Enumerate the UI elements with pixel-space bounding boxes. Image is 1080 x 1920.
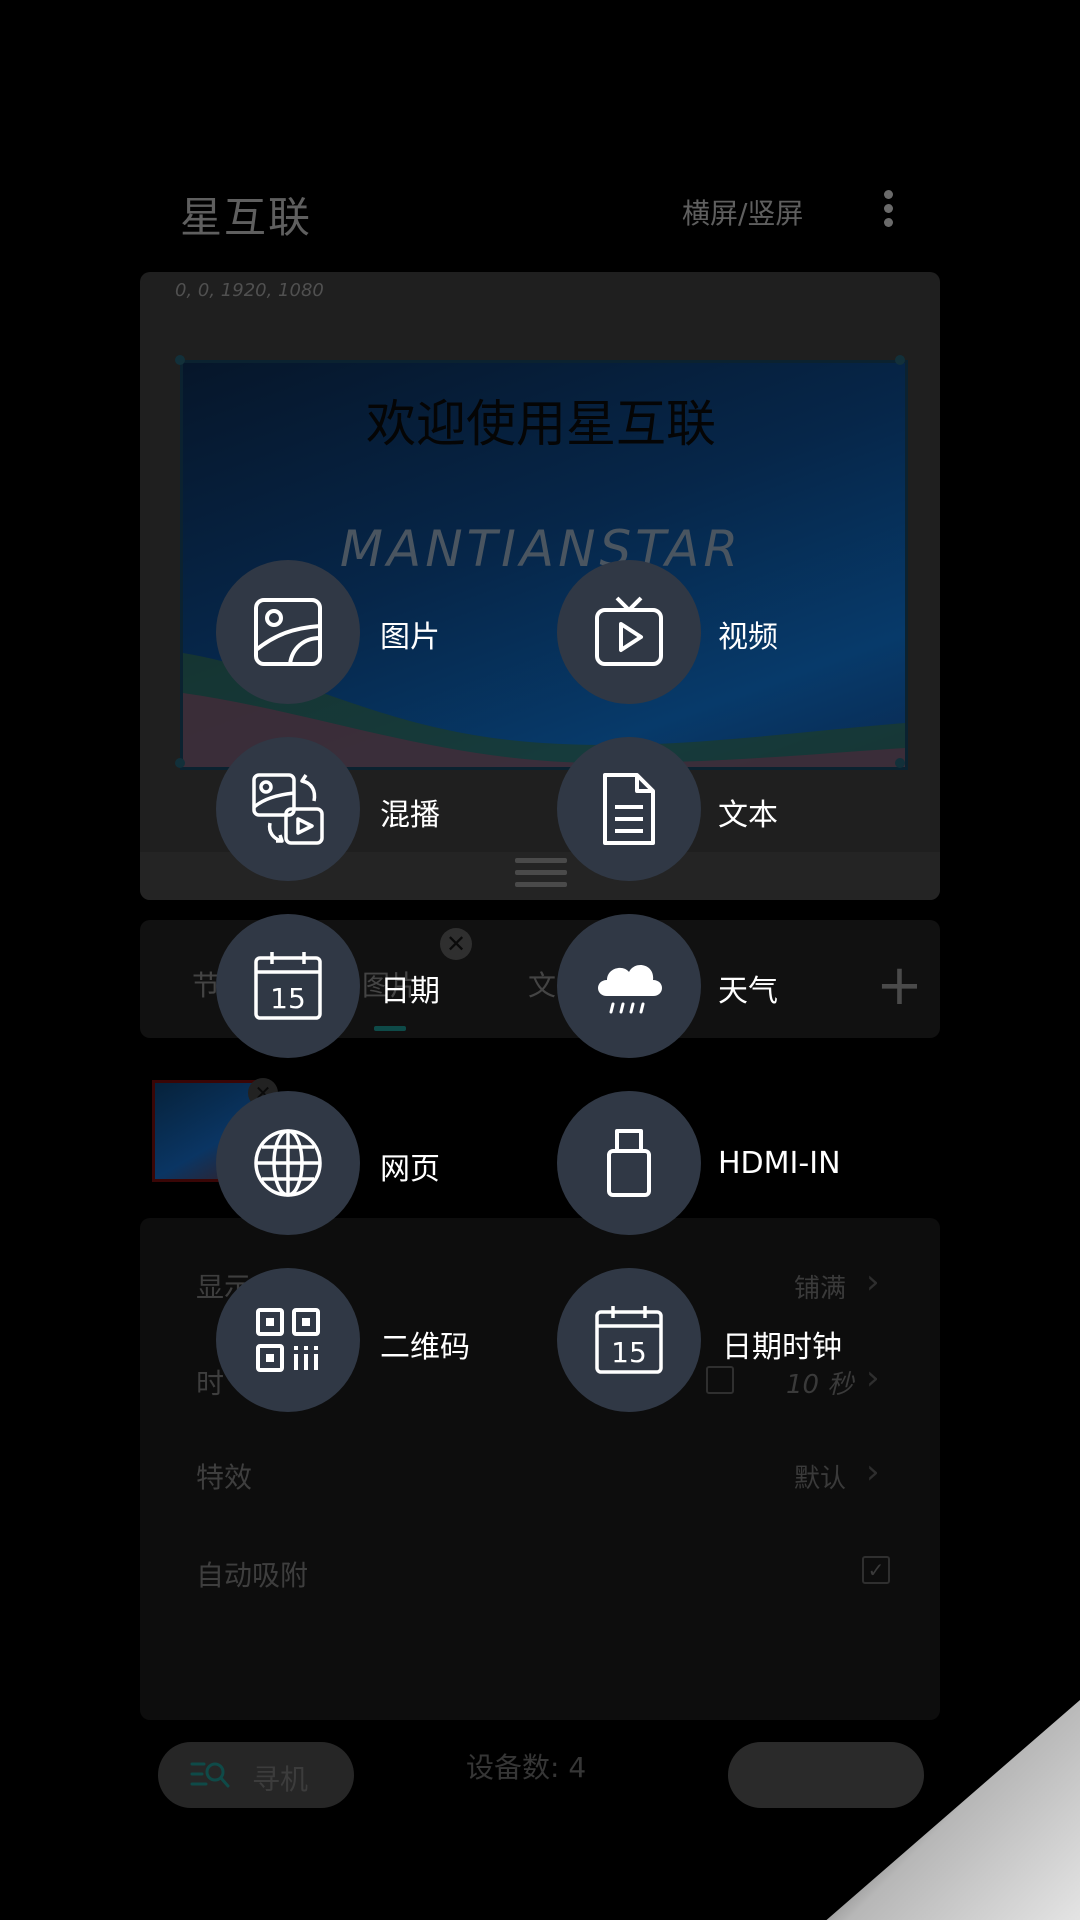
- setting-value-display[interactable]: 铺满: [794, 1268, 846, 1305]
- menu-text-label: 文本: [718, 798, 778, 833]
- document-icon: [603, 773, 655, 845]
- setting-value-duration[interactable]: 10 秒: [786, 1364, 853, 1401]
- menu-image-label: 图片: [380, 620, 440, 655]
- usb-icon: [607, 1129, 651, 1197]
- tab-text[interactable]: 文: [528, 964, 556, 1004]
- weather-rain-icon: [598, 965, 662, 1014]
- send-button[interactable]: [728, 1742, 924, 1808]
- resize-handle[interactable]: [895, 355, 905, 365]
- resize-handle[interactable]: [175, 355, 185, 365]
- menu-datetime-label: 日期时钟: [722, 1330, 842, 1365]
- menu-video-label: 视频: [718, 620, 778, 655]
- calendar-icon: 15: [254, 952, 322, 1020]
- corner-light-artifact: [826, 1700, 1080, 1920]
- resize-handle[interactable]: [175, 758, 185, 768]
- menu-mixed-label: 混播: [380, 798, 440, 833]
- menu-hdmi-button[interactable]: [557, 1091, 701, 1235]
- menu-webpage-label: 网页: [380, 1152, 440, 1187]
- search-device-label: 寻机: [252, 1763, 309, 1796]
- menu-mixed-button[interactable]: [216, 737, 360, 881]
- setting-label-effect: 特效: [196, 1461, 253, 1494]
- calendar-clock-icon: 15: [595, 1306, 663, 1374]
- more-vertical-icon[interactable]: [880, 190, 896, 230]
- chevron-right-icon[interactable]: ›: [866, 1262, 880, 1302]
- menu-webpage-button[interactable]: [216, 1091, 360, 1235]
- menu-text-button[interactable]: [557, 737, 701, 881]
- plus-icon[interactable]: +: [876, 958, 923, 1014]
- tv-play-icon: [595, 596, 663, 666]
- menu-video-button[interactable]: [557, 560, 701, 704]
- image-icon: [254, 598, 322, 666]
- setting-label-duration: 时: [196, 1367, 225, 1400]
- menu-image-button[interactable]: [216, 560, 360, 704]
- chevron-right-icon[interactable]: ›: [866, 1358, 880, 1398]
- close-icon[interactable]: ✕: [440, 928, 472, 960]
- duration-checkbox[interactable]: [706, 1366, 734, 1394]
- chevron-right-icon[interactable]: ›: [866, 1452, 880, 1492]
- auto-snap-checkbox[interactable]: ✓: [862, 1556, 890, 1584]
- calendar-day-text: 15: [611, 1336, 647, 1369]
- menu-weather-button[interactable]: [557, 914, 701, 1058]
- menu-datetime-button[interactable]: 15: [557, 1268, 701, 1412]
- device-count: 设备数: 4: [466, 1751, 587, 1784]
- menu-date-button[interactable]: 15: [216, 914, 360, 1058]
- app-title: 星互联: [180, 193, 313, 242]
- calendar-day-text: 15: [270, 982, 306, 1015]
- resize-handle[interactable]: [895, 758, 905, 768]
- menu-qrcode-button[interactable]: [216, 1268, 360, 1412]
- setting-value-effect[interactable]: 默认: [794, 1458, 846, 1495]
- welcome-text: 欢迎使用星互联: [366, 395, 716, 453]
- canvas-coordinates: 0, 0, 1920, 1080: [175, 280, 324, 301]
- setting-label-auto-snap: 自动吸附: [196, 1559, 309, 1592]
- search-list-icon: [190, 1762, 230, 1788]
- menu-weather-label: 天气: [718, 974, 778, 1009]
- menu-qrcode-label: 二维码: [380, 1330, 470, 1365]
- globe-icon: [254, 1129, 322, 1197]
- tab-indicator: [374, 1026, 406, 1031]
- qr-code-icon: [256, 1308, 320, 1372]
- orientation-toggle[interactable]: 横屏/竖屏: [682, 192, 803, 232]
- drag-handle-icon[interactable]: [515, 858, 567, 894]
- menu-date-label: 日期: [380, 974, 440, 1009]
- menu-hdmi-label: HDMI-IN: [718, 1146, 841, 1181]
- mixed-play-icon: [252, 773, 324, 845]
